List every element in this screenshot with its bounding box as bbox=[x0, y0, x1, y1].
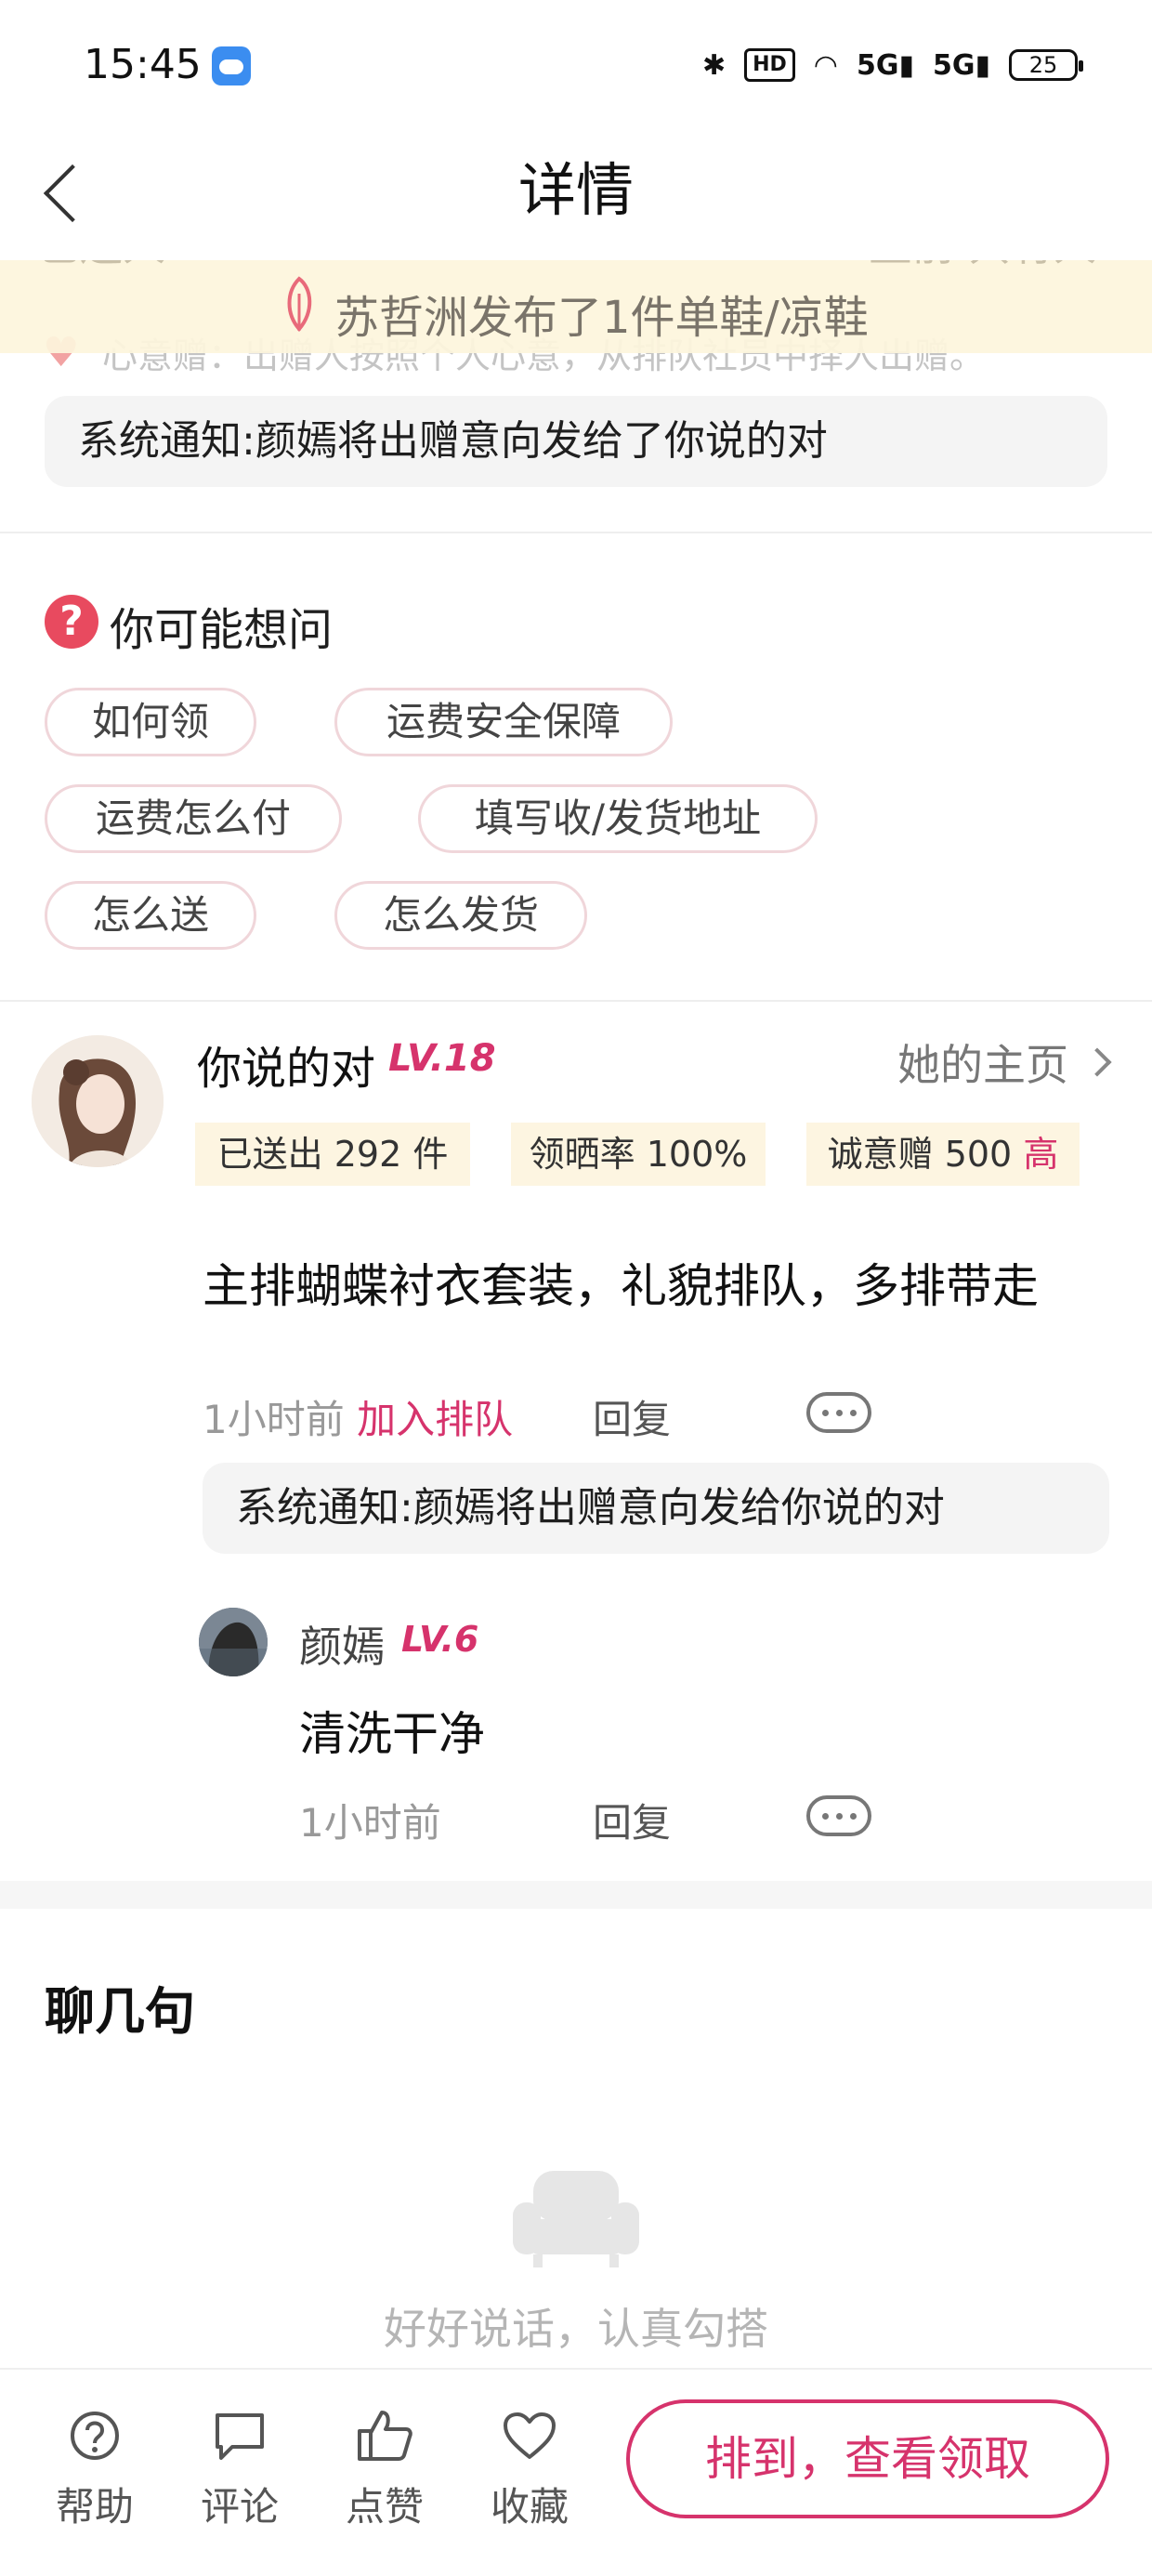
sincerity-high-mark: 高 bbox=[1023, 1134, 1059, 1175]
chevron-right-icon bbox=[1082, 1047, 1112, 1077]
status-bar: 15:45 ✱ HD ◠ 5G▮ 5G▮ 25 bbox=[0, 0, 1152, 139]
faq-chip-shipping-safety[interactable]: 运费安全保障 bbox=[334, 688, 673, 756]
like-label: 点赞 bbox=[345, 2484, 424, 2530]
thumbs-up-icon bbox=[329, 2403, 440, 2468]
like-tab[interactable]: 点赞 bbox=[329, 2403, 440, 2532]
help-tab[interactable]: 帮助 bbox=[39, 2403, 151, 2532]
status-time: 15:45 bbox=[84, 41, 202, 88]
post-time-label: 1小时前 bbox=[203, 1397, 345, 1442]
share-rate-badge: 领晒率 100% bbox=[511, 1123, 766, 1186]
help-icon bbox=[39, 2403, 151, 2468]
bottom-bar: 帮助 评论 点赞 收藏 排到，查看领取 bbox=[0, 2368, 1152, 2576]
reply-avatar[interactable] bbox=[199, 1608, 268, 1676]
faq-chip-how-to-send[interactable]: 怎么送 bbox=[45, 881, 256, 950]
sincerity-badge: 诚意赠 500 高 bbox=[806, 1123, 1080, 1186]
join-queue-link[interactable]: 加入排队 bbox=[357, 1397, 513, 1442]
divider bbox=[0, 1000, 1152, 1002]
weather-icon bbox=[212, 46, 251, 85]
wifi-icon: ◠ bbox=[813, 48, 838, 82]
reply-reply-button[interactable]: 回复 bbox=[593, 1792, 671, 1848]
comment-tab[interactable]: 评论 bbox=[184, 2403, 295, 2532]
bluetooth-icon: ✱ bbox=[701, 48, 727, 82]
faq-chip-how-to-ship[interactable]: 怎么发货 bbox=[334, 881, 587, 950]
post-time: 1小时前 加入排队 bbox=[203, 1388, 513, 1445]
more-icon[interactable] bbox=[806, 1392, 871, 1433]
homepage-link[interactable]: 她的主页 bbox=[897, 1032, 1112, 1093]
chat-empty-text: 好好说话，认真勾搭 bbox=[384, 2304, 768, 2354]
favorite-label: 收藏 bbox=[490, 2484, 569, 2530]
post-content: 主排蝴蝶衬衣套装，礼貌排队，多排带走 bbox=[203, 1259, 1039, 1313]
system-notice-post: 系统通知:颜嫣将出赠意向发给你说的对 bbox=[203, 1463, 1109, 1554]
faq-title: 你可能想问 bbox=[110, 604, 334, 656]
reply-time: 1小时前 bbox=[299, 1800, 441, 1846]
sofa-icon bbox=[513, 2171, 639, 2267]
reply-username[interactable]: 颜嫣 bbox=[299, 1613, 385, 1675]
hd-icon: HD bbox=[744, 48, 795, 82]
more-icon[interactable] bbox=[806, 1795, 871, 1836]
section-divider bbox=[0, 1881, 1152, 1909]
signal-icon-1: 5G▮ bbox=[856, 48, 914, 82]
sent-count-badge: 已送出 292 件 bbox=[195, 1123, 470, 1186]
avatar[interactable] bbox=[32, 1035, 164, 1167]
chat-title: 聊几句 bbox=[45, 1982, 195, 2041]
divider bbox=[0, 532, 1152, 533]
faq-chip-address[interactable]: 填写收/发货地址 bbox=[418, 784, 818, 853]
comment-label: 评论 bbox=[200, 2484, 279, 2530]
banner-behind-right-text: 益前 共有人 bbox=[869, 260, 1096, 273]
avatar-portrait-icon bbox=[32, 1035, 164, 1167]
user-level-badge: LV.18 bbox=[388, 1037, 496, 1080]
heart-outline-icon bbox=[474, 2403, 585, 2468]
favorite-tab[interactable]: 收藏 bbox=[474, 2403, 585, 2532]
reply-content: 清洗干净 bbox=[299, 1707, 485, 1761]
post-username[interactable]: 你说的对 bbox=[197, 1032, 375, 1097]
faq-chip-how-to-claim[interactable]: 如何领 bbox=[45, 688, 256, 756]
faq-chip-shipping-payment[interactable]: 运费怎么付 bbox=[45, 784, 342, 853]
sincerity-label: 诚意赠 500 bbox=[827, 1134, 1013, 1175]
homepage-link-label: 她的主页 bbox=[897, 1040, 1068, 1090]
status-icons: ✱ HD ◠ 5G▮ 5G▮ 25 bbox=[701, 48, 1083, 82]
comment-icon bbox=[184, 2403, 295, 2468]
battery-icon: 25 bbox=[1009, 49, 1083, 81]
feather-icon bbox=[287, 276, 312, 333]
claim-button[interactable]: 排到，查看领取 bbox=[626, 2399, 1109, 2518]
notice-text: 苏哲洲发布了1件单鞋/凉鞋 bbox=[334, 292, 869, 344]
reply-level-badge: LV.6 bbox=[401, 1619, 479, 1660]
post-reply-button[interactable]: 回复 bbox=[593, 1388, 671, 1445]
question-icon: ? bbox=[45, 595, 98, 649]
page-title: 详情 bbox=[517, 156, 634, 224]
system-notice-top: 系统通知:颜嫣将出赠意向发给了你说的对 bbox=[45, 396, 1107, 487]
help-label: 帮助 bbox=[55, 2484, 134, 2530]
reply-avatar-icon bbox=[199, 1608, 268, 1676]
notice-banner[interactable]: 已送人 益前 共有人 苏哲洲发布了1件单鞋/凉鞋 bbox=[0, 260, 1152, 353]
signal-icon-2: 5G▮ bbox=[932, 48, 990, 82]
nav-bar: 详情 bbox=[0, 139, 1152, 260]
